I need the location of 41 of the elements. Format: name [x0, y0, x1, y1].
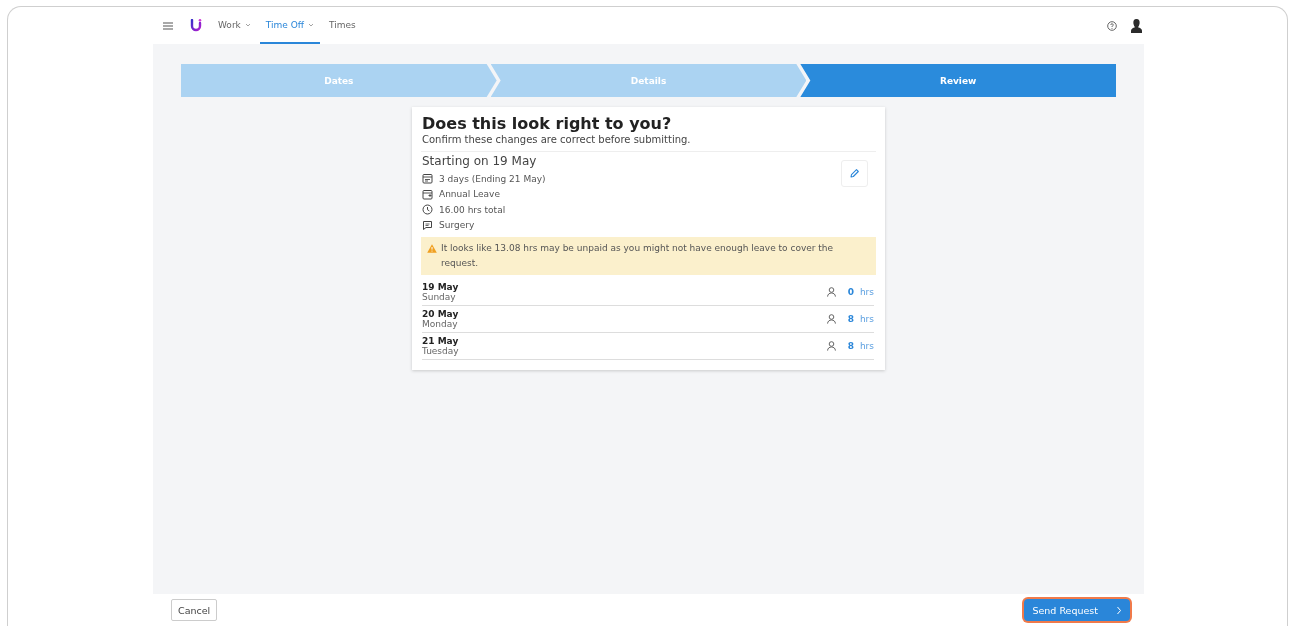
detail-text: Annual Leave — [439, 189, 500, 200]
progress-step: Review — [800, 64, 1116, 97]
progress-step: Dates — [181, 64, 497, 97]
pencil-icon — [849, 168, 860, 179]
person-icon — [826, 287, 836, 297]
warning-text: It looks like 13.08 hrs may be unpaid as you might not have enough leave to cover the request. — [441, 243, 834, 268]
nav-tab[interactable]: Work — [212, 7, 257, 44]
warning-icon — [427, 244, 437, 253]
detail-text: 3 days (Ending 21 May) — [439, 173, 546, 184]
hours-unit: hrs — [859, 341, 874, 351]
day-date: 20 May — [422, 309, 460, 319]
progress-step: Details — [490, 64, 807, 97]
chevron-right-icon — [1116, 605, 1122, 615]
day-weekday: Monday — [422, 319, 459, 329]
send-request-button[interactable]: Send Request — [1024, 599, 1130, 621]
day-hours: 8 — [847, 314, 854, 324]
day-date: 19 May — [422, 282, 460, 292]
avatar-icon[interactable] — [1131, 18, 1142, 33]
start-date: Starting on 19 May — [422, 154, 538, 168]
calendar-icon — [422, 173, 433, 185]
help-icon[interactable] — [1107, 20, 1117, 31]
calendar-icon — [422, 188, 433, 200]
card-title: Does this look right to you? — [422, 114, 673, 133]
detail-text: 16.00 hrs total — [439, 204, 506, 215]
person-icon — [826, 341, 836, 351]
detail-text: Surgery — [439, 220, 475, 231]
edit-button[interactable] — [841, 160, 868, 187]
card-subtitle: Confirm these changes are correct before submitting. — [422, 134, 692, 145]
day-weekday: Sunday — [422, 292, 457, 302]
logo-icon[interactable] — [190, 19, 202, 32]
cancel-button[interactable]: Cancel — [171, 599, 218, 621]
hours-unit: hrs — [859, 287, 874, 297]
day-hours: 0 — [847, 287, 854, 297]
nav-tab[interactable]: Times — [322, 7, 362, 44]
day-date: 21 May — [422, 336, 460, 346]
hours-unit: hrs — [859, 314, 874, 324]
clock-icon — [422, 204, 433, 216]
day-weekday: Tuesday — [422, 346, 460, 356]
day-hours: 8 — [847, 341, 854, 351]
comment-icon — [422, 219, 433, 231]
person-icon — [826, 314, 836, 324]
